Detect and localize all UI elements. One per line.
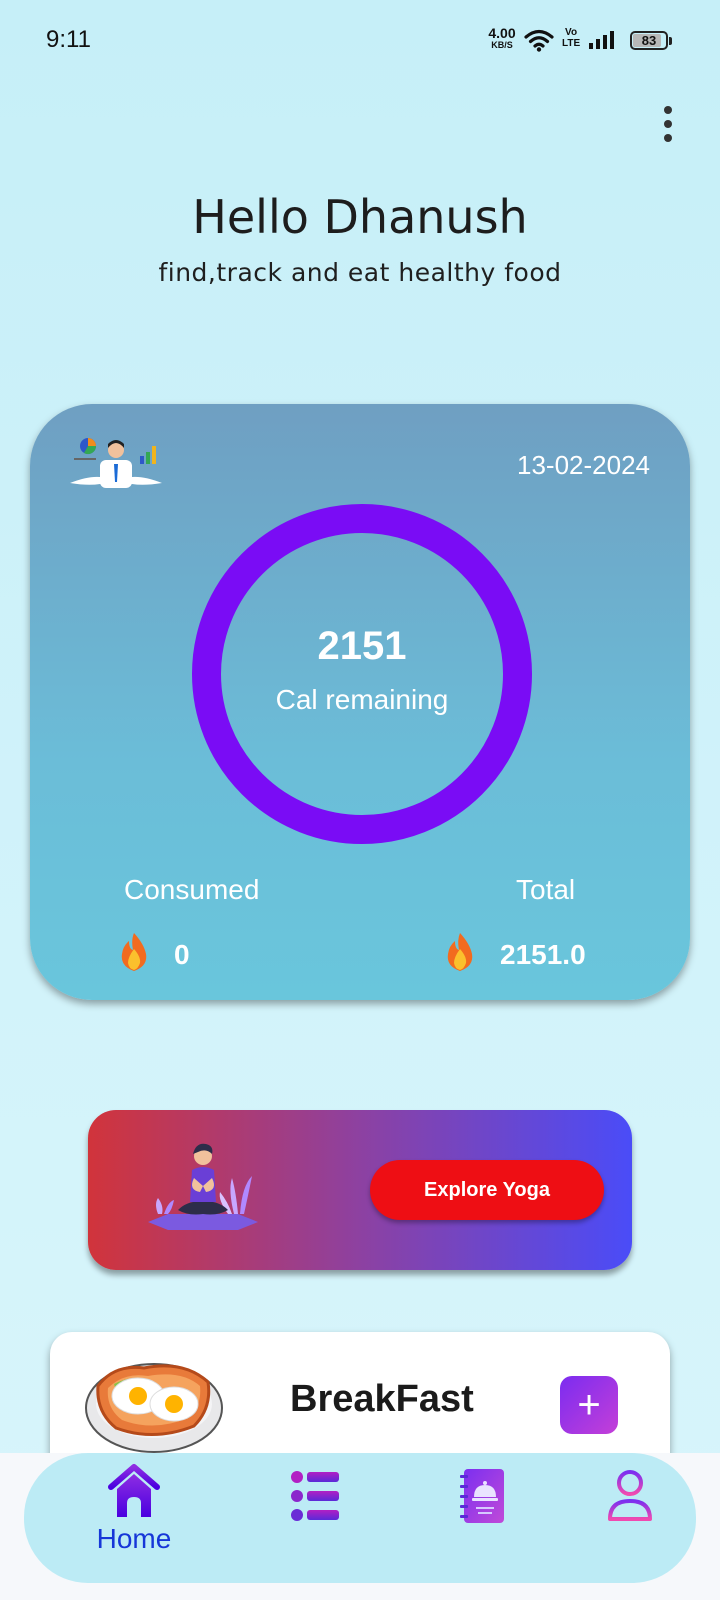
greeting-title: Hello Dhanush (192, 190, 528, 244)
nav-home[interactable]: Home (74, 1463, 194, 1573)
volte-top-text: Vo (565, 27, 578, 38)
breakfast-food-image (85, 1363, 223, 1453)
bottom-navigation: Home (24, 1453, 696, 1583)
yoga-meditation-icon (148, 1143, 258, 1230)
profile-icon (608, 1470, 652, 1521)
fire-icon (447, 933, 473, 971)
nav-list[interactable] (256, 1463, 376, 1573)
volte-bottom-text: LTE (562, 38, 581, 49)
calories-remaining-label: Cal remaining (275, 684, 449, 715)
nav-recipes[interactable] (422, 1463, 542, 1573)
yoga-banner: Explore Yoga (88, 1110, 632, 1270)
home-icon (108, 1464, 160, 1517)
total-value: 2151.0 (500, 939, 586, 970)
card-date: 13-02-2024 (517, 450, 650, 480)
add-breakfast-button[interactable]: + (560, 1376, 618, 1434)
nav-home-label: Home (96, 1523, 172, 1554)
meal-title: BreakFast (290, 1378, 474, 1420)
more-vert-icon (664, 106, 672, 114)
network-speed: 4.00 KB/S (482, 26, 522, 50)
fire-icon (121, 933, 147, 971)
battery-icon: 83 (630, 31, 672, 50)
network-speed-unit: KB/S (491, 40, 513, 50)
list-icon (291, 1471, 339, 1521)
consumed-value: 0 (174, 939, 190, 970)
recipe-book-icon (460, 1469, 504, 1523)
battery-level: 83 (641, 33, 657, 48)
status-bar: 9:11 4.00 KB/S Vo LTE 83 (0, 0, 720, 84)
more-options-button[interactable] (656, 104, 680, 144)
network-speed-value: 4.00 (488, 25, 516, 41)
consumed-label: Consumed (124, 874, 260, 905)
businessman-chart-icon (70, 438, 162, 488)
greeting-subtitle: find,track and eat healthy food (158, 258, 562, 287)
explore-yoga-button[interactable]: Explore Yoga (370, 1160, 604, 1220)
total-label: Total (516, 874, 576, 905)
volte-icon: Vo LTE (562, 27, 580, 49)
nav-profile[interactable] (570, 1463, 690, 1573)
calorie-progress-ring (192, 504, 532, 844)
calorie-card: 13-02-2024 2151 Cal remaining Consumed T… (30, 404, 690, 1000)
signal-icon (589, 31, 614, 49)
calories-remaining-value: 2151 (317, 624, 407, 668)
status-time: 9:11 (46, 26, 91, 53)
wifi-icon (524, 29, 554, 52)
